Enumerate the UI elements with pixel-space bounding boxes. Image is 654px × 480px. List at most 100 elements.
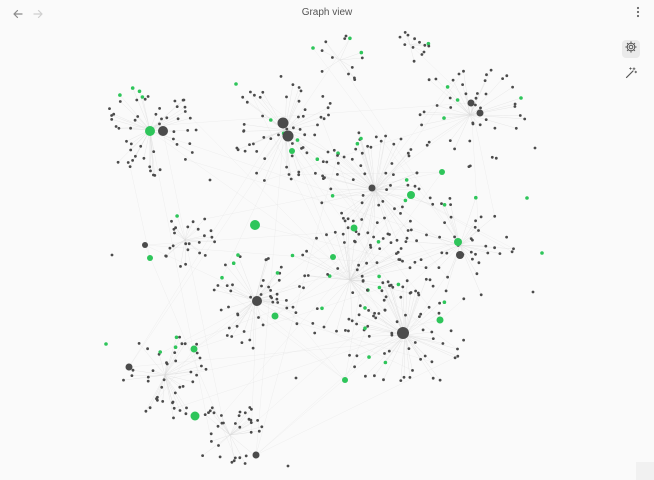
graph-node[interactable]	[358, 304, 362, 308]
graph-node[interactable]	[212, 411, 216, 415]
graph-node[interactable]	[409, 219, 412, 223]
graph-node-highlighted[interactable]	[442, 203, 447, 207]
graph-node[interactable]	[443, 221, 446, 225]
graph-node[interactable]	[180, 342, 184, 346]
graph-node[interactable]	[255, 171, 258, 175]
graph-node[interactable]	[158, 107, 162, 110]
graph-node[interactable]	[135, 98, 139, 102]
graph-node-highlighted[interactable]	[404, 178, 409, 182]
graph-node-highlighted[interactable]	[130, 86, 135, 90]
graph-node[interactable]	[419, 312, 423, 316]
graph-node[interactable]	[485, 73, 488, 77]
graph-node[interactable]	[456, 354, 460, 358]
graph-node[interactable]	[149, 169, 152, 173]
graph-node-highlighted[interactable]	[311, 46, 315, 50]
graph-node[interactable]	[396, 250, 400, 254]
graph-node[interactable]	[461, 83, 464, 86]
graph-node[interactable]	[440, 202, 443, 206]
graph-node[interactable]	[395, 238, 399, 242]
graph-node-highlighted[interactable]	[363, 306, 367, 310]
graph-node[interactable]	[446, 275, 449, 279]
graph-node[interactable]	[173, 99, 177, 103]
graph-hub-node-highlighted[interactable]	[145, 126, 155, 136]
graph-node[interactable]	[286, 464, 290, 468]
graph-hub-node[interactable]	[397, 327, 409, 339]
graph-node[interactable]	[175, 143, 179, 146]
graph-node[interactable]	[174, 359, 178, 363]
graph-node[interactable]	[395, 320, 399, 324]
graph-node[interactable]	[178, 409, 182, 412]
graph-node[interactable]	[385, 188, 388, 192]
graph-node[interactable]	[146, 375, 150, 379]
graph-node[interactable]	[161, 400, 165, 403]
graph-node[interactable]	[301, 114, 305, 118]
graph-node[interactable]	[285, 127, 289, 131]
graph-node[interactable]	[320, 201, 324, 205]
graph-node[interactable]	[224, 263, 227, 267]
graph-node[interactable]	[389, 283, 393, 287]
graph-node[interactable]	[406, 183, 410, 187]
graph-node[interactable]	[328, 102, 332, 105]
graph-node[interactable]	[146, 347, 150, 351]
graph-node[interactable]	[468, 139, 472, 143]
graph-node[interactable]	[248, 338, 252, 342]
graph-node[interactable]	[233, 456, 237, 460]
graph-node[interactable]	[315, 307, 319, 310]
graph-node[interactable]	[253, 93, 256, 97]
graph-node[interactable]	[411, 369, 414, 372]
graph-node[interactable]	[209, 229, 213, 233]
graph-node[interactable]	[448, 139, 452, 143]
graph-node-highlighted[interactable]	[363, 326, 367, 331]
graph-node[interactable]	[533, 146, 537, 150]
graph-node[interactable]	[373, 311, 376, 315]
graph-node[interactable]	[453, 147, 456, 151]
graph-node[interactable]	[183, 342, 187, 346]
graph-node-highlighted[interactable]	[519, 96, 523, 100]
graph-node-highlighted[interactable]	[377, 274, 381, 279]
graph-hub-node-highlighted[interactable]	[350, 224, 358, 232]
graph-node[interactable]	[184, 412, 188, 416]
graph-node[interactable]	[425, 143, 429, 147]
graph-node[interactable]	[351, 291, 355, 294]
graph-node[interactable]	[291, 305, 295, 309]
graph-node[interactable]	[238, 410, 242, 414]
graph-node[interactable]	[184, 158, 187, 161]
graph-node[interactable]	[383, 308, 387, 312]
graph-node[interactable]	[295, 322, 299, 326]
graph-hub-node-highlighted[interactable]	[454, 238, 462, 246]
graph-node[interactable]	[267, 257, 270, 260]
graph-node-highlighted[interactable]	[269, 118, 273, 122]
graph-node[interactable]	[402, 375, 406, 379]
graph-node[interactable]	[483, 79, 487, 82]
graph-node[interactable]	[374, 316, 378, 320]
graph-node[interactable]	[198, 251, 202, 255]
graph-node[interactable]	[279, 75, 283, 78]
graph-node[interactable]	[297, 115, 300, 119]
graph-node[interactable]	[363, 172, 367, 176]
graph-node[interactable]	[287, 173, 291, 176]
graph-node[interactable]	[322, 177, 325, 181]
graph-node[interactable]	[431, 337, 435, 340]
graph-node[interactable]	[184, 262, 188, 266]
graph-node[interactable]	[389, 241, 393, 245]
graph-node[interactable]	[191, 380, 195, 384]
graph-node[interactable]	[457, 72, 461, 76]
graph-node[interactable]	[477, 261, 481, 265]
graph-node[interactable]	[232, 459, 236, 463]
graph-node[interactable]	[255, 150, 259, 153]
graph-node[interactable]	[360, 218, 364, 221]
graph-node[interactable]	[216, 424, 220, 428]
graph-node[interactable]	[343, 37, 347, 40]
graph-node[interactable]	[222, 421, 225, 425]
graph-node[interactable]	[110, 253, 114, 257]
graph-hub-node[interactable]	[282, 130, 294, 142]
graph-node[interactable]	[301, 253, 305, 257]
graph-node-highlighted[interactable]	[175, 214, 179, 218]
graph-node[interactable]	[231, 283, 234, 287]
graph-node[interactable]	[324, 40, 328, 44]
graph-node[interactable]	[431, 376, 435, 380]
graph-node[interactable]	[216, 284, 220, 287]
graph-node[interactable]	[448, 197, 452, 200]
graph-node[interactable]	[144, 409, 148, 413]
graph-node[interactable]	[387, 349, 391, 353]
